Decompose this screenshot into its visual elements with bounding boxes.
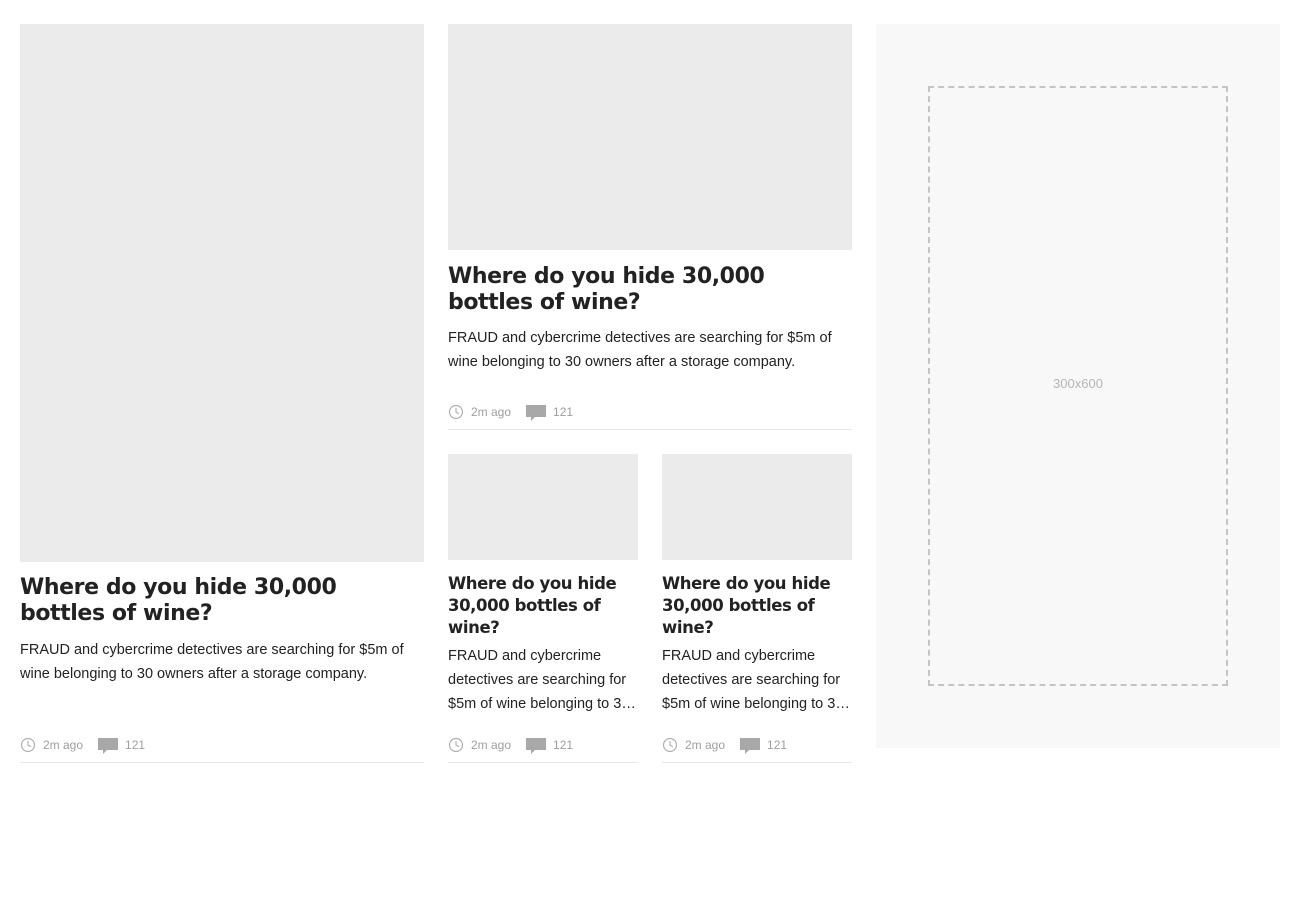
article-headline[interactable]: Where do you hide 30,000 bottles of wine…: [662, 573, 852, 639]
comment-bubble-icon[interactable]: [526, 738, 547, 755]
ad-slot-placeholder[interactable]: 300x600: [928, 86, 1228, 686]
comment-count[interactable]: 121: [553, 405, 573, 419]
article-card-small[interactable]: Where do you hide 30,000 bottles of wine…: [448, 454, 638, 764]
article-image-placeholder[interactable]: [20, 24, 424, 562]
article-headline[interactable]: Where do you hide 30,000 bottles of wine…: [20, 575, 424, 627]
card-divider: [662, 762, 852, 763]
comment-bubble-icon[interactable]: [740, 738, 761, 755]
comment-count[interactable]: 121: [125, 738, 145, 752]
article-meta: 2m ago 121: [448, 402, 852, 422]
article-headline[interactable]: Where do you hide 30,000 bottles of wine…: [448, 573, 638, 639]
article-standfirst: FRAUD and cybercrime detectives are sear…: [448, 330, 832, 370]
clock-icon: [20, 737, 36, 753]
article-image-placeholder[interactable]: [448, 454, 638, 560]
clock-icon: [448, 737, 464, 753]
article-meta: 2m ago 121: [662, 735, 852, 755]
article-card-small[interactable]: Where do you hide 30,000 bottles of wine…: [662, 454, 852, 764]
article-standfirst: FRAUD and cybercrime detectives are sear…: [448, 648, 630, 712]
comment-count[interactable]: 121: [767, 738, 787, 752]
article-card-medium[interactable]: Where do you hide 30,000 bottles of wine…: [448, 24, 852, 431]
comment-count[interactable]: 121: [553, 738, 573, 752]
clock-icon: [448, 404, 464, 420]
article-card-large[interactable]: Where do you hide 30,000 bottles of wine…: [20, 24, 424, 764]
article-time: 2m ago: [471, 738, 512, 752]
ad-panel: 300x600: [876, 24, 1280, 748]
comment-bubble-icon[interactable]: [98, 738, 119, 755]
article-meta: 2m ago 121: [20, 735, 424, 755]
comment-bubble-icon[interactable]: [526, 405, 547, 422]
article-image-placeholder[interactable]: [448, 24, 852, 250]
clock-icon: [662, 737, 678, 753]
article-time: 2m ago: [43, 738, 84, 752]
article-headline[interactable]: Where do you hide 30,000 bottles of wine…: [448, 264, 852, 316]
card-divider: [448, 429, 852, 430]
card-divider: [20, 762, 424, 763]
article-meta: 2m ago 121: [448, 735, 638, 755]
article-standfirst: FRAUD and cybercrime detectives are sear…: [662, 648, 844, 712]
article-standfirst: FRAUD and cybercrime detectives are sear…: [20, 642, 404, 682]
card-divider: [448, 762, 638, 763]
article-time: 2m ago: [471, 405, 512, 419]
article-time: 2m ago: [685, 738, 726, 752]
article-image-placeholder[interactable]: [662, 454, 852, 560]
ad-size-label: 300x600: [1053, 376, 1103, 391]
